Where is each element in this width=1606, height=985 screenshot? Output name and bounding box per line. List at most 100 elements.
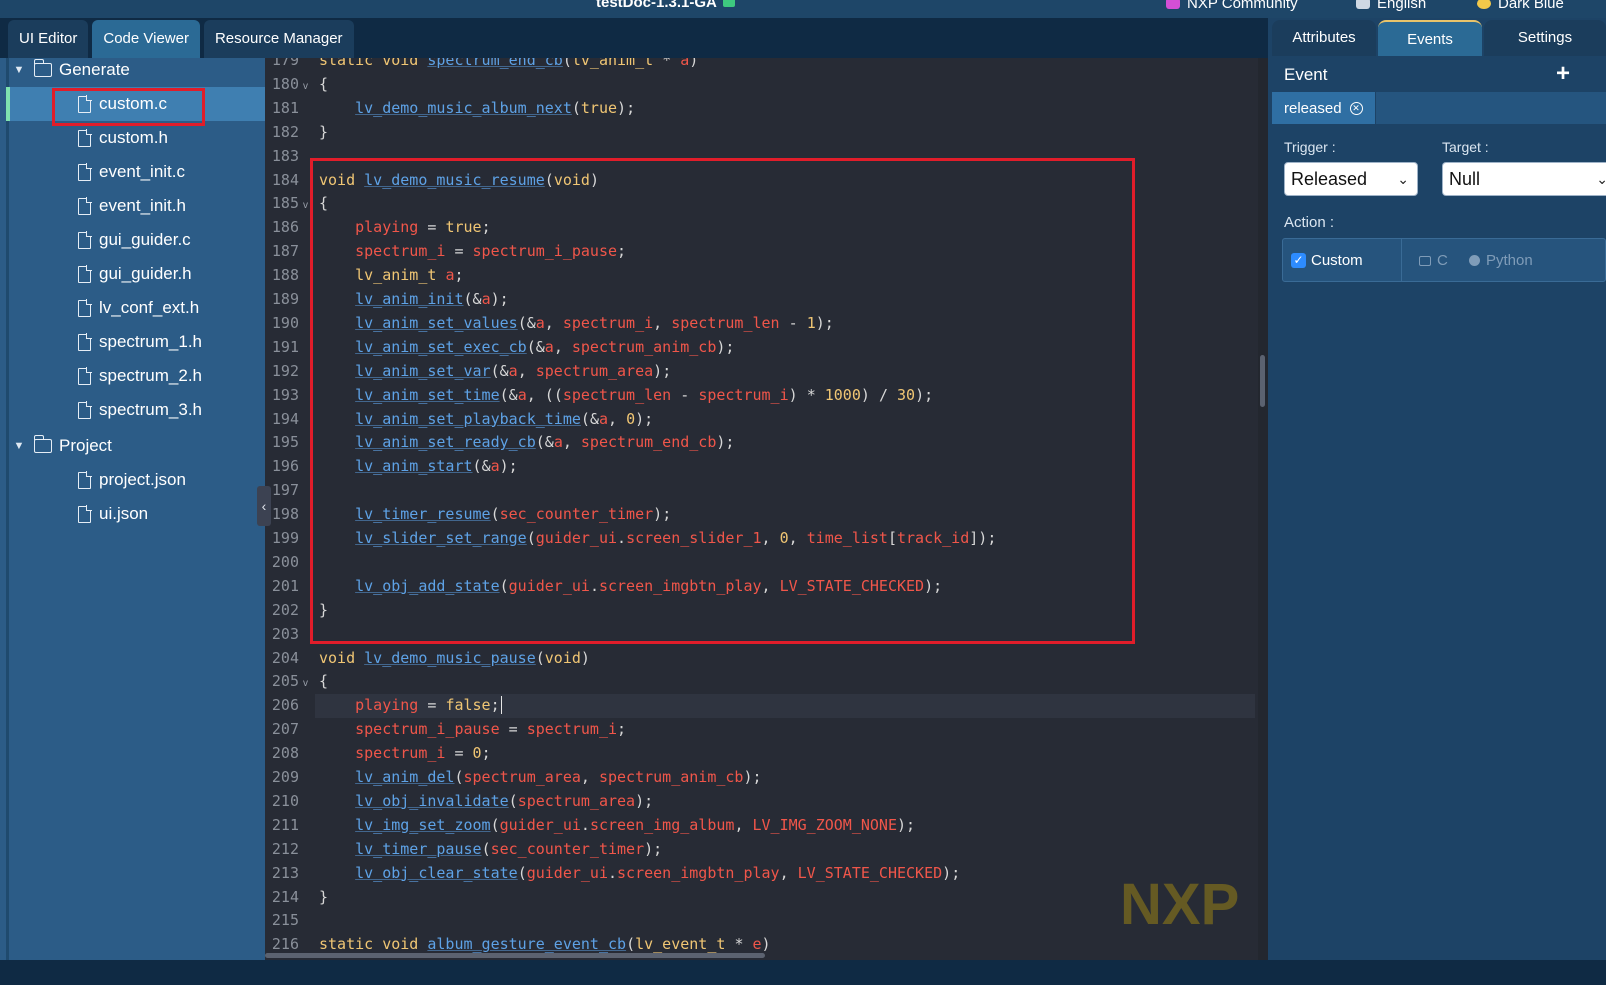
line-number: 196 [271, 457, 299, 476]
custom-checkbox[interactable]: ✓ [1291, 253, 1306, 268]
tree-file-event-init-c[interactable]: event_init.c [8, 155, 265, 189]
event-chip-label: released [1284, 99, 1342, 117]
line-number: 208 [271, 744, 299, 763]
theme-menu[interactable]: Dark Blue [1477, 0, 1564, 12]
tree-file-spectrum-2-h[interactable]: spectrum_2.h [8, 359, 265, 393]
line-number: 179 [271, 58, 299, 69]
collapse-panel-button[interactable]: ‹ [257, 486, 271, 526]
line-number: 184 [271, 170, 299, 189]
code-line[interactable]: lv_anim_t a; [319, 266, 463, 284]
folder-open-icon [33, 59, 52, 77]
tree-file-project-json[interactable]: project.json [8, 463, 265, 497]
trigger-value: Released [1291, 169, 1368, 189]
code-line[interactable]: { [319, 194, 328, 212]
code-line[interactable]: lv_obj_add_state(guider_ui.screen_imgbtn… [319, 577, 942, 595]
code-line[interactable]: lv_anim_set_values(&a, spectrum_i, spect… [319, 314, 834, 332]
file-icon [78, 265, 92, 283]
line-number: 199 [271, 529, 299, 547]
code-line[interactable]: static void spectrum_end_cb(lv_anim_t * … [319, 58, 698, 69]
tree-folder-project[interactable]: ▼ Project [8, 429, 265, 463]
nxp-watermark-logo: NXP [1120, 872, 1239, 932]
language-menu[interactable]: English [1356, 0, 1426, 12]
code-line[interactable]: lv_timer_resume(sec_counter_timer); [319, 505, 671, 523]
code-editor[interactable]: 179 180 v 181 182 183 184 185 v 186 187 188 189 190 19… [265, 58, 1268, 960]
code-line[interactable]: playing = true; [319, 218, 490, 236]
tree-file-gui-guider-c[interactable]: gui_guider.c [8, 223, 265, 257]
code-line[interactable]: lv_anim_start(&a); [319, 457, 518, 475]
tree-file-ui-json[interactable]: ui.json [8, 497, 265, 531]
line-number: 202 [271, 600, 299, 619]
file-label: spectrum_2.h [99, 366, 202, 385]
tree-file-gui-guider-h[interactable]: gui_guider.h [8, 257, 265, 291]
code-line[interactable]: } [319, 123, 328, 141]
code-line[interactable]: lv_anim_init(&a); [319, 290, 509, 308]
line-number: 188 [271, 266, 299, 285]
line-number: 204 [271, 648, 299, 667]
code-line[interactable]: { [319, 672, 328, 690]
c-option[interactable]: C [1419, 252, 1448, 269]
code-line[interactable]: } [319, 888, 328, 906]
code-line[interactable]: lv_anim_set_time(&a, ((spectrum_len - sp… [319, 386, 933, 404]
line-number: 211 [271, 815, 299, 834]
tree-file-spectrum-1-h[interactable]: spectrum_1.h [8, 325, 265, 359]
code-line[interactable]: lv_anim_set_exec_cb(&a, spectrum_anim_cb… [319, 338, 734, 356]
tab-settings[interactable]: Settings [1484, 20, 1606, 56]
code-line[interactable]: lv_slider_set_range(guider_ui.screen_sli… [319, 529, 996, 547]
code-line[interactable]: } [319, 601, 328, 619]
file-label: gui_guider.c [99, 230, 191, 249]
fold-chevron-icon[interactable]: v [303, 200, 308, 211]
code-line[interactable]: lv_anim_set_var(&a, spectrum_area); [319, 362, 671, 380]
title-bar: testDoc-1.3.1-GA NXP Community English D… [0, 0, 1606, 18]
fold-chevron-icon[interactable]: v [303, 678, 308, 689]
folder-label: Project [59, 436, 112, 455]
code-line[interactable]: lv_demo_music_album_next(true); [319, 99, 635, 117]
tree-file-event-init-h[interactable]: event_init.h [8, 189, 265, 223]
python-option-label: Python [1486, 252, 1533, 269]
code-line[interactable]: lv_anim_del(spectrum_area, spectrum_anim… [319, 768, 761, 786]
code-line[interactable]: lv_anim_set_ready_cb(&a, spectrum_end_cb… [319, 433, 734, 451]
document-name: testDoc-1.3.1-GA [596, 0, 717, 11]
add-event-icon[interactable]: + [1556, 60, 1570, 88]
code-line[interactable]: void lv_demo_music_pause(void) [319, 649, 590, 667]
event-chip-released[interactable]: released ✕ [1272, 92, 1376, 124]
tree-file-custom-c[interactable]: custom.c [6, 87, 265, 121]
code-line[interactable]: spectrum_i_pause = spectrum_i; [319, 720, 626, 738]
code-line[interactable]: lv_img_set_zoom(guider_ui.screen_img_alb… [319, 816, 915, 834]
line-number: 191 [271, 337, 299, 356]
file-label: custom.h [99, 128, 168, 147]
fold-chevron-icon[interactable]: v [303, 81, 308, 92]
tree-file-spectrum-3-h[interactable]: spectrum_3.h [8, 393, 265, 427]
tree-file-lv-conf-ext-h[interactable]: lv_conf_ext.h [8, 291, 265, 325]
code-line[interactable]: lv_obj_clear_state(guider_ui.screen_imgb… [319, 864, 960, 882]
line-number-gutter: 179 180 v 181 182 183 184 185 v 186 187 188 189 190 19… [265, 58, 315, 960]
code-line[interactable]: spectrum_i = 0; [319, 744, 490, 762]
tab-attributes[interactable]: Attributes [1272, 20, 1376, 56]
line-number: 192 [271, 361, 299, 380]
file-icon [78, 95, 92, 113]
trigger-select[interactable]: Released ⌄ [1284, 162, 1418, 196]
vertical-scrollbar-thumb[interactable] [1260, 355, 1265, 407]
tree-folder-generate[interactable]: ▼ Generate [8, 53, 265, 87]
code-line[interactable]: static void album_gesture_event_cb(lv_ev… [319, 935, 771, 953]
code-line[interactable]: lv_obj_invalidate(spectrum_area); [319, 792, 653, 810]
line-number: 182 [271, 122, 299, 141]
code-line[interactable]: lv_anim_set_playback_time(&a, 0); [319, 410, 653, 428]
code-line[interactable]: { [319, 75, 328, 93]
line-number: 214 [271, 887, 299, 906]
community-menu[interactable]: NXP Community [1166, 0, 1298, 12]
vertical-scroll-track[interactable] [1258, 58, 1268, 960]
tab-events[interactable]: Events [1378, 20, 1482, 56]
caret-down-icon[interactable]: ▼ [8, 440, 30, 452]
close-icon[interactable]: ✕ [1349, 101, 1363, 115]
tree-file-custom-h[interactable]: custom.h [8, 121, 265, 155]
custom-option-label: Custom [1311, 252, 1363, 269]
code-line[interactable]: void lv_demo_music_resume(void) [319, 171, 599, 189]
file-label: spectrum_3.h [99, 400, 202, 419]
horizontal-scrollbar-thumb[interactable] [265, 953, 765, 958]
target-select[interactable]: Null ⌄ [1442, 162, 1606, 196]
python-option[interactable]: Python [1469, 252, 1533, 269]
code-line[interactable]: lv_timer_pause(sec_counter_timer); [319, 840, 662, 858]
code-line[interactable]: playing = false; [319, 696, 502, 715]
caret-down-icon[interactable]: ▼ [8, 64, 30, 76]
code-line[interactable]: spectrum_i = spectrum_i_pause; [319, 242, 626, 260]
